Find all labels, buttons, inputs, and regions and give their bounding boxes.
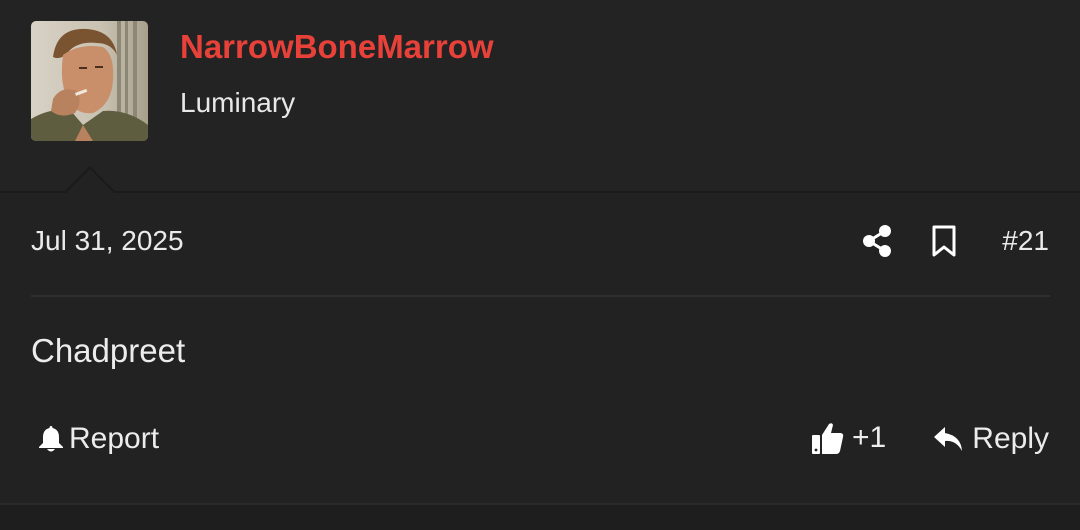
post-meta-row: Jul 31, 2025 #21 — [31, 220, 1049, 264]
post-actions-row: Report +1 Reply — [31, 418, 1049, 464]
username[interactable]: NarrowBoneMarrow — [180, 27, 494, 67]
share-icon[interactable] — [862, 224, 892, 258]
reply-arrow-icon — [934, 427, 963, 451]
post-user-header: NarrowBoneMarrow Luminary — [0, 0, 1080, 192]
like-button[interactable]: +1 — [810, 420, 886, 456]
meta-divider — [31, 295, 1050, 297]
forum-post: NarrowBoneMarrow Luminary Jul 31, 2025 #… — [0, 0, 1080, 530]
reply-button[interactable]: Reply — [932, 422, 1049, 456]
user-title: Luminary — [180, 87, 296, 118]
next-post-edge — [0, 505, 1080, 530]
header-divider — [0, 191, 1080, 193]
like-count: +1 — [852, 421, 887, 454]
report-label: Report — [69, 422, 160, 455]
post-body: Chadpreet — [31, 332, 186, 369]
post-number[interactable]: #21 — [1002, 225, 1049, 257]
report-button[interactable]: Report — [37, 422, 159, 456]
bell-icon — [39, 426, 63, 452]
reply-label: Reply — [972, 422, 1049, 455]
post-date[interactable]: Jul 31, 2025 — [31, 225, 184, 257]
bookmark-icon[interactable] — [930, 224, 958, 258]
thumbs-up-icon — [812, 423, 844, 454]
avatar[interactable] — [31, 21, 148, 141]
header-arrow-notch-fill — [66, 169, 114, 193]
avatar-image — [31, 21, 148, 141]
